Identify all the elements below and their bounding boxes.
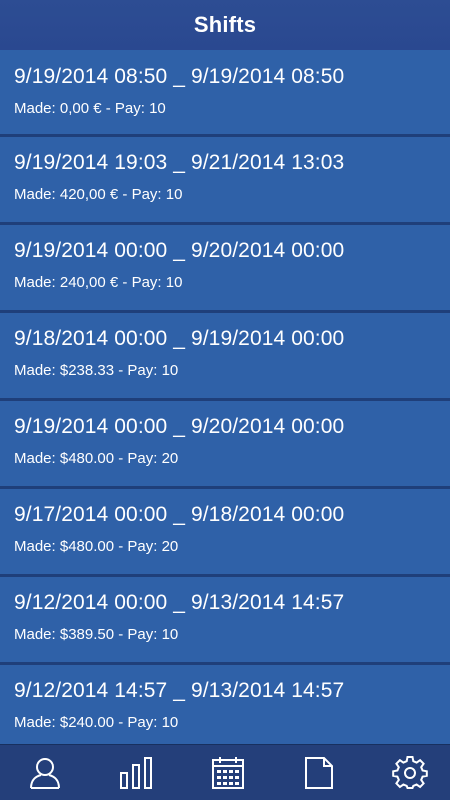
shift-date-range: 9/19/2014 19:03 _ 9/21/2014 13:03 [14,151,345,174]
shift-earnings: Made: $389.50 - Pay: 10 [14,626,179,643]
shift-earnings: Made: $240.00 - Pay: 10 [14,714,179,731]
bottom-tab-bar [0,744,450,800]
tab-profile[interactable] [25,753,65,793]
shift-date-range: 9/19/2014 00:00 _ 9/20/2014 00:00 [14,415,345,438]
shift-earnings: Made: $480.00 - Pay: 20 [14,450,179,467]
document-icon [304,756,333,789]
bar-chart-icon [120,756,153,789]
user-icon [30,757,60,789]
shift-row[interactable]: 9/19/2014 19:03 _ 9/21/2014 13:03 Made: … [0,137,450,225]
shift-list[interactable]: 9/19/2014 08:50 _ 9/19/2014 08:50 Made: … [0,50,450,744]
shift-row[interactable]: 9/19/2014 08:50 _ 9/19/2014 08:50 Made: … [0,50,450,137]
calendar-icon [211,756,244,789]
app-header: Shifts [0,0,450,50]
shift-earnings: Made: $480.00 - Pay: 20 [14,538,179,555]
shift-date-range: 9/19/2014 00:00 _ 9/20/2014 00:00 [14,239,345,262]
shift-row[interactable]: 9/19/2014 00:00 _ 9/20/2014 00:00 Made: … [0,401,450,489]
page-title: Shifts [193,12,257,37]
shift-row[interactable]: 9/19/2014 00:00 _ 9/20/2014 00:00 Made: … [0,225,450,313]
shift-date-range: 9/12/2014 00:00 _ 9/13/2014 14:57 [14,591,345,614]
shift-row[interactable]: 9/17/2014 00:00 _ 9/18/2014 00:00 Made: … [0,489,450,577]
shift-date-range: 9/18/2014 00:00 _ 9/19/2014 00:00 [14,327,345,350]
shift-earnings: Made: $238.33 - Pay: 10 [14,362,179,379]
shift-date-range: 9/17/2014 00:00 _ 9/18/2014 00:00 [14,503,345,526]
shift-earnings: Made: 0,00 € - Pay: 10 [14,100,166,117]
shift-row[interactable]: 9/12/2014 14:57 _ 9/13/2014 14:57 Made: … [0,665,450,744]
shift-earnings: Made: 420,00 € - Pay: 10 [14,186,183,203]
tab-statistics[interactable] [116,753,156,793]
tab-calendar[interactable] [208,753,248,793]
tab-reports[interactable] [299,753,339,793]
shift-date-range: 9/12/2014 14:57 _ 9/13/2014 14:57 [14,679,345,702]
shift-date-range: 9/19/2014 08:50 _ 9/19/2014 08:50 [14,65,345,88]
shift-row[interactable]: 9/18/2014 00:00 _ 9/19/2014 00:00 Made: … [0,313,450,401]
tab-settings[interactable] [390,753,430,793]
shift-row[interactable]: 9/12/2014 00:00 _ 9/13/2014 14:57 Made: … [0,577,450,665]
shift-earnings: Made: 240,00 € - Pay: 10 [14,274,183,291]
gear-icon [392,755,428,789]
